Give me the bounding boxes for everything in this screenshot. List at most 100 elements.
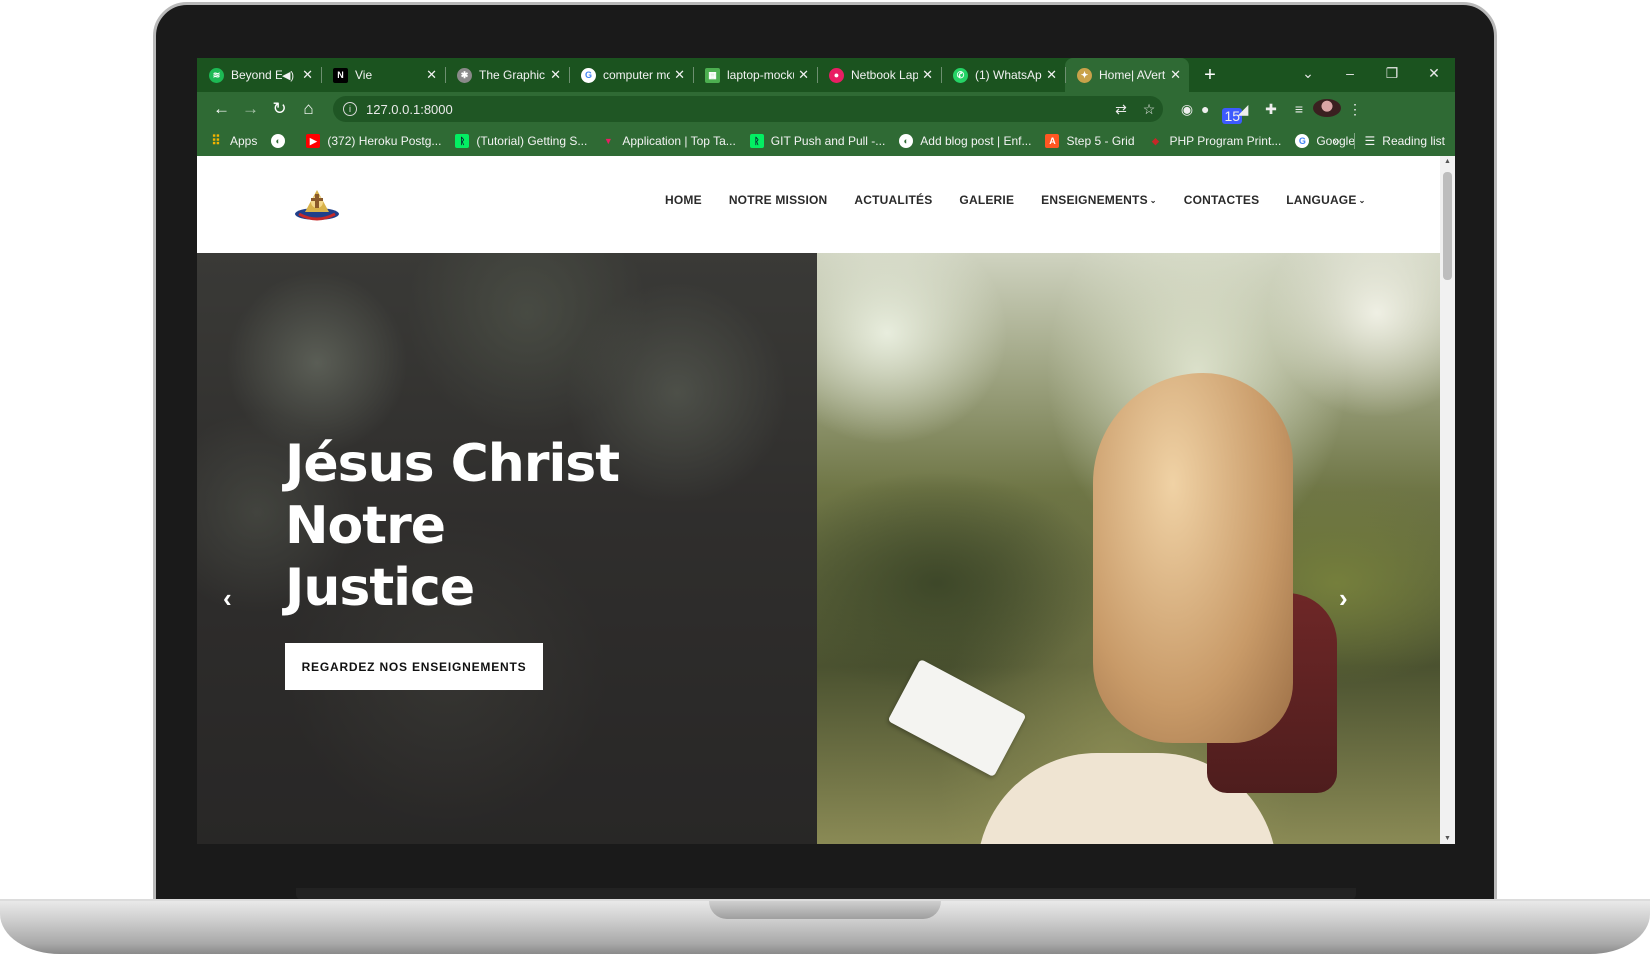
new-tab-button[interactable]: + <box>1195 64 1225 87</box>
extension-icon[interactable]: ● 15 <box>1201 101 1243 124</box>
speaker-icon[interactable]: ◀) <box>282 69 294 82</box>
tab-title: The Graphic C <box>479 68 546 82</box>
whatsapp-icon: ✆ <box>953 67 968 83</box>
bookmark-label: GIT Push and Pull -... <box>770 134 886 148</box>
close-tab-icon[interactable]: ✕ <box>302 67 313 83</box>
bookmark-apps[interactable]: ⠿ Apps <box>209 133 257 148</box>
page-scrollbar[interactable]: ▲ ▼ <box>1440 156 1455 844</box>
tab-title: Home| AVert <box>1099 68 1166 82</box>
nav-label: ACTUALITÉS <box>854 193 933 207</box>
bookmarks-right: » ☰ Reading list <box>1333 126 1445 156</box>
chevron-down-icon: ⌄ <box>1358 196 1366 205</box>
tab-graphic[interactable]: ✱ The Graphic C ✕ <box>445 58 569 92</box>
bookmark-application[interactable]: ▼ Application | Top Ta... <box>601 134 736 148</box>
forward-icon[interactable]: → <box>236 99 265 119</box>
slider-next-icon[interactable]: › <box>1339 583 1348 614</box>
tab-whatsapp[interactable]: ✆ (1) WhatsApp ✕ <box>941 58 1065 92</box>
site-logo-icon: ✦ <box>1077 67 1092 83</box>
media-control-icon[interactable]: ≡ <box>1285 101 1313 117</box>
datacamp-icon: ᚱ <box>749 134 764 148</box>
bookmark-php[interactable]: ◆ PHP Program Print... <box>1149 134 1281 148</box>
nav-notre-mission[interactable]: NOTRE MISSION <box>729 193 828 207</box>
nav-actualites[interactable]: ACTUALITÉS <box>854 193 932 207</box>
bookmark-blog[interactable]: ◐ Add blog post | Enf... <box>899 134 1031 148</box>
close-tab-icon[interactable]: ✕ <box>550 67 561 83</box>
avatar[interactable] <box>1313 98 1341 120</box>
tab-title: laptop-mocku <box>727 68 795 82</box>
close-tab-icon[interactable]: ✕ <box>1046 67 1057 83</box>
bookmark-git[interactable]: ᚱ GIT Push and Pull -... <box>749 134 886 148</box>
nav-galerie[interactable]: GALERIE <box>959 193 1014 207</box>
laptop-notch <box>709 901 941 919</box>
close-tab-icon[interactable]: ✕ <box>1170 67 1181 83</box>
extensions-area: ◉ ● 15 ◢ ✚ ≡ ⋮ <box>1173 98 1369 124</box>
nav-label: GALERIE <box>959 193 1015 207</box>
nav-enseignements[interactable]: ENSEIGNEMENTS ⌄ <box>1041 193 1157 207</box>
close-tab-icon[interactable]: ✕ <box>798 67 809 83</box>
bookmark-pink-icon: ▼ <box>603 136 613 146</box>
spotify-icon: ≋ <box>209 67 224 83</box>
close-window-icon[interactable]: ✕ <box>1413 65 1455 82</box>
bookmark-step5[interactable]: A Step 5 - Grid <box>1045 134 1135 148</box>
tab-notion[interactable]: N Vie ✕ <box>321 58 445 92</box>
nav-language[interactable]: LANGUAGE ⌄ <box>1286 193 1365 207</box>
tab-netbook[interactable]: ● Netbook Lap ✕ <box>817 58 941 92</box>
profile-avatar-icon <box>1313 98 1341 117</box>
netbook-icon: ● <box>829 67 844 83</box>
bookmarks-overflow-icon[interactable]: » <box>1333 134 1340 148</box>
tab-search-icon[interactable]: ⌄ <box>1287 65 1329 82</box>
hero-title-line: Justice <box>285 558 475 618</box>
bookmark-globe[interactable]: ◐ <box>271 134 292 148</box>
watch-teachings-button[interactable]: REGARDEZ NOS ENSEIGNEMENTS <box>285 643 543 690</box>
bookmark-label: Application | Top Ta... <box>622 134 736 148</box>
close-tab-icon[interactable]: ✕ <box>674 67 685 83</box>
youtube-icon: ▶ <box>306 134 321 148</box>
puzzle-icon[interactable]: ✚ <box>1257 101 1285 118</box>
reading-list-button[interactable]: Reading list <box>1382 134 1445 148</box>
camera-icon[interactable]: ◉ <box>1173 101 1201 118</box>
reload-icon[interactable]: ↻ <box>265 99 294 119</box>
tab-google-search[interactable]: G computer mo ✕ <box>569 58 693 92</box>
tab-title: Netbook Lap <box>851 68 919 82</box>
bookmark-label: (Tutorial) Getting S... <box>476 134 588 148</box>
star-icon[interactable]: ☆ <box>1135 101 1163 118</box>
tab-home-active[interactable]: ✦ Home| AVert ✕ <box>1065 58 1189 92</box>
info-icon[interactable]: i <box>343 102 357 116</box>
nav-label: ENSEIGNEMENTS <box>1041 193 1148 207</box>
menu-kebab-icon[interactable]: ⋮ <box>1341 101 1369 118</box>
home-icon[interactable]: ⌂ <box>294 99 323 119</box>
reading-list-icon[interactable]: ☰ <box>1365 134 1376 148</box>
url-text[interactable]: 127.0.0.1:8000 <box>366 102 1107 117</box>
tab-laptop-mockup[interactable]: ▦ laptop-mocku ✕ <box>693 58 817 92</box>
tab-spotify[interactable]: ≋ Beyond E ◀) ✕ <box>197 58 321 92</box>
bookmarks-divider <box>1353 133 1355 149</box>
tab-title: Beyond E <box>231 68 282 82</box>
scrollbar-thumb[interactable] <box>1443 172 1452 280</box>
bookmark-tutorial[interactable]: ᚱ (Tutorial) Getting S... <box>455 134 587 148</box>
slider-prev-icon[interactable]: ‹ <box>223 583 232 614</box>
datacamp-icon: ᚱ <box>455 134 470 148</box>
site-logo[interactable] <box>293 184 341 228</box>
tab-title: Vie <box>355 68 373 82</box>
hero-slider: Jésus Christ Notre Justice REGARDEZ NOS … <box>197 253 1440 844</box>
laptop-mockup: ≋ Beyond E ◀) ✕ N Vie ✕ ✱ The Graphic C … <box>0 0 1650 954</box>
photo-figure-hair <box>1093 373 1293 743</box>
bookmark-label: Step 5 - Grid <box>1066 134 1135 148</box>
scroll-down-icon[interactable]: ▼ <box>1440 835 1455 842</box>
graphic-icon: ✱ <box>457 67 472 83</box>
restore-icon[interactable]: ❐ <box>1371 65 1413 82</box>
minimize-icon[interactable]: – <box>1329 65 1371 81</box>
nav-home[interactable]: HOME <box>665 193 702 207</box>
bookmark-heroku[interactable]: ▶ (372) Heroku Postg... <box>306 134 441 148</box>
hero-title-line: Jésus Christ <box>285 434 620 494</box>
notion-icon: N <box>333 67 348 83</box>
bookmark-label: (372) Heroku Postg... <box>327 134 442 148</box>
scroll-up-icon[interactable]: ▲ <box>1440 158 1455 165</box>
nav-contactes[interactable]: CONTACTES <box>1184 193 1260 207</box>
sound-extension-icon[interactable]: ◢ <box>1229 101 1257 118</box>
close-tab-icon[interactable]: ✕ <box>922 67 933 83</box>
close-tab-icon[interactable]: ✕ <box>426 67 437 83</box>
translate-icon[interactable]: ⇄ <box>1107 101 1135 118</box>
address-bar[interactable]: i 127.0.0.1:8000 ⇄ ☆ <box>333 96 1163 122</box>
back-icon[interactable]: ← <box>207 99 236 119</box>
